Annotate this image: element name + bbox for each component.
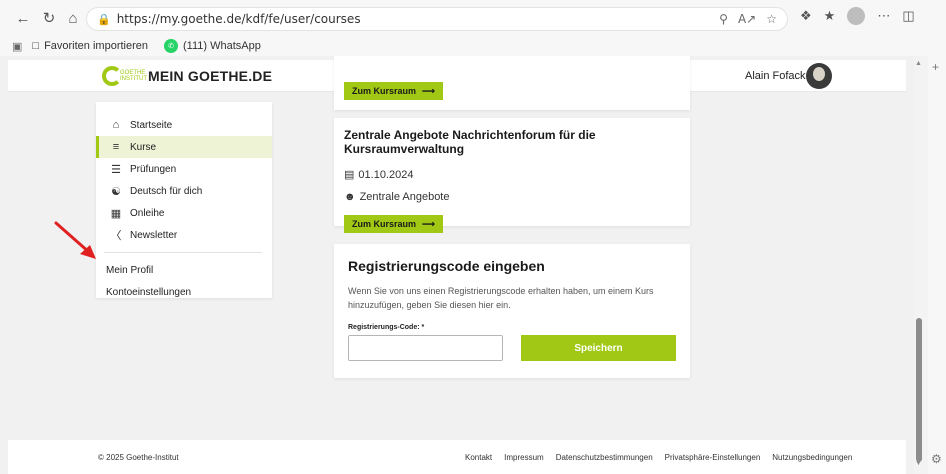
user-avatar[interactable] (806, 63, 832, 89)
add-sidebar-icon[interactable]: + (932, 60, 939, 74)
more-menu-icon[interactable]: ⋯ (877, 8, 890, 24)
home-icon: ⌂ (112, 119, 120, 131)
favorites-bar: ▣ □ Favoriten importieren ✆ (111) WhatsA… (0, 36, 946, 56)
footer-link-datenschutz[interactable]: Datenschutzbestimmungen (556, 453, 653, 462)
zum-kursraum-button[interactable]: Zum Kursraum ⟶ (344, 215, 443, 233)
favorites-import-label: Favoriten importieren (44, 40, 148, 52)
zum-kursraum-label: Zum Kursraum (352, 86, 417, 96)
footer-link-privatsphaere[interactable]: Privatsphäre-Einstellungen (665, 453, 761, 462)
sidebar-link-kontoeinstellungen[interactable]: Kontoeinstellungen (96, 281, 272, 303)
whatsapp-icon: ✆ (164, 39, 178, 53)
annotation-arrow-icon (54, 221, 96, 259)
footer-links: Kontakt Impressum Datenschutzbestimmunge… (465, 453, 852, 462)
sidebar-item-label: Prüfungen (130, 163, 177, 175)
favorites-icon[interactable]: ★ (824, 8, 836, 24)
sidebar-link-mein-profil[interactable]: Mein Profil (96, 259, 272, 281)
scroll-down-icon[interactable]: ▼ (915, 460, 922, 467)
sidebar-item-label: Newsletter (130, 229, 178, 241)
sidebar-link-label: Mein Profil (106, 264, 154, 276)
registration-description: Wenn Sie von uns einen Registrierungscod… (348, 286, 654, 310)
read-aloud-icon[interactable]: A↗ (738, 12, 756, 26)
scroll-thumb[interactable] (916, 318, 922, 462)
browser-toolbar: ← ↻ ⌂ 🔒 https://my.goethe.de/kdf/fe/user… (0, 0, 946, 36)
footer-link-kontakt[interactable]: Kontakt (465, 453, 492, 462)
favorites-whatsapp-label: (111) WhatsApp (183, 40, 261, 52)
sidebar-toggle-icon[interactable]: ◫ (902, 8, 914, 24)
extensions-icon[interactable]: ❖ (800, 8, 812, 24)
address-bar[interactable]: 🔒 https://my.goethe.de/kdf/fe/user/cours… (86, 7, 788, 31)
zum-kursraum-label: Zum Kursraum (352, 219, 417, 229)
logo-small-text: GOETHE INSTITUT (120, 70, 147, 82)
scroll-up-icon[interactable]: ▲ (915, 60, 922, 67)
sidebar-link-label: Kontoeinstellungen (106, 286, 192, 298)
brand-title: MEIN GOETHE.DE (148, 68, 273, 84)
profile-avatar-icon[interactable] (847, 7, 866, 25)
user-name[interactable]: Alain Fofack (745, 70, 806, 82)
save-button[interactable]: Speichern (521, 335, 676, 361)
page-content: GOETHE INSTITUT MEIN GOETHE.DE Alain Fof… (0, 56, 914, 474)
copyright: © 2025 Goethe-Institut (98, 452, 179, 462)
favorites-whatsapp[interactable]: ✆ (111) WhatsApp (164, 39, 261, 53)
back-icon[interactable]: ← (12, 7, 34, 29)
sidebar-item-pruefungen[interactable]: ☰ Prüfungen (96, 158, 272, 180)
sidebar-item-label: Kurse (130, 141, 157, 153)
page-scrollbar[interactable]: ▲ ▼ (914, 56, 928, 474)
favorite-star-icon[interactable]: ☆ (766, 12, 777, 26)
zoom-icon[interactable]: ⚲ (719, 12, 728, 26)
course-title: Zentrale Angebote Nachrichtenforum für d… (344, 128, 596, 156)
registration-title: Registrierungscode eingeben (348, 258, 545, 274)
zum-kursraum-button[interactable]: Zum Kursraum ⟶ (344, 82, 443, 100)
sidebar-divider (104, 252, 262, 253)
refresh-icon[interactable]: ↻ (38, 7, 60, 29)
exams-icon: ☰ (111, 163, 121, 176)
courses-icon: ≡ (112, 141, 120, 153)
favorites-import[interactable]: □ Favoriten importieren (32, 40, 148, 52)
library-icon: ▦ (110, 207, 122, 220)
arrow-right-icon: ⟶ (422, 85, 435, 96)
sidebar-nav: ⌂ Startseite ≡ Kurse ☰ Prüfungen ☯ Deuts… (96, 102, 272, 298)
sidebar-item-onleihe[interactable]: ▦ Onleihe (96, 202, 272, 224)
course-provider-text: Zentrale Angebote (359, 191, 450, 203)
url-text: https://my.goethe.de/kdf/fe/user/courses (116, 12, 361, 26)
community-icon: ☯ (111, 185, 121, 198)
footer-link-impressum[interactable]: Impressum (504, 453, 544, 462)
sidebar-item-label: Deutsch für dich (130, 185, 203, 197)
goethe-logo[interactable]: GOETHE INSTITUT MEIN GOETHE.DE (102, 66, 272, 86)
import-icon: □ (32, 40, 40, 52)
sidebar-item-newsletter[interactable]: 〈 Newsletter (96, 224, 272, 246)
registration-code-label: Registrierungs-Code: * (348, 324, 425, 331)
registration-card: Registrierungscode eingeben Wenn Sie von… (334, 244, 690, 378)
course-card: Zentrale Angebote Nachrichtenforum für d… (334, 118, 690, 233)
footer-link-nutzungsbedingungen[interactable]: Nutzungsbedingungen (772, 453, 852, 462)
sidebar-item-deutsch-fuer-dich[interactable]: ☯ Deutsch für dich (96, 180, 272, 202)
sidebar-item-kurse[interactable]: ≡ Kurse (96, 136, 272, 158)
course-card-previous: Zum Kursraum ⟶ (334, 56, 690, 110)
megaphone-icon: 〈 (110, 230, 122, 242)
save-button-label: Speichern (574, 342, 623, 354)
user-icon: ☻ (344, 191, 356, 203)
goethe-logo-icon: GOETHE INSTITUT (102, 66, 147, 86)
calendar-icon: ▤ (344, 169, 355, 181)
sidebar-item-label: Startseite (130, 119, 173, 131)
course-provider: ☻ Zentrale Angebote (344, 191, 680, 203)
sidebar-item-label: Onleihe (130, 207, 165, 219)
settings-gear-icon[interactable]: ⚙ (931, 452, 942, 466)
course-date-text: 01.10.2024 (358, 168, 414, 181)
registration-code-input[interactable] (348, 335, 503, 361)
site-footer: © 2025 Goethe-Institut Kontakt Impressum… (8, 440, 906, 474)
sidebar-item-startseite[interactable]: ⌂ Startseite (96, 114, 272, 136)
course-date: ▤ 01.10.2024 (344, 168, 680, 182)
arrow-right-icon: ⟶ (422, 218, 435, 229)
lock-icon: 🔒 (97, 12, 111, 26)
tab-actions-icon[interactable]: ▣ (12, 40, 22, 53)
home-button-icon[interactable]: ⌂ (62, 7, 84, 29)
